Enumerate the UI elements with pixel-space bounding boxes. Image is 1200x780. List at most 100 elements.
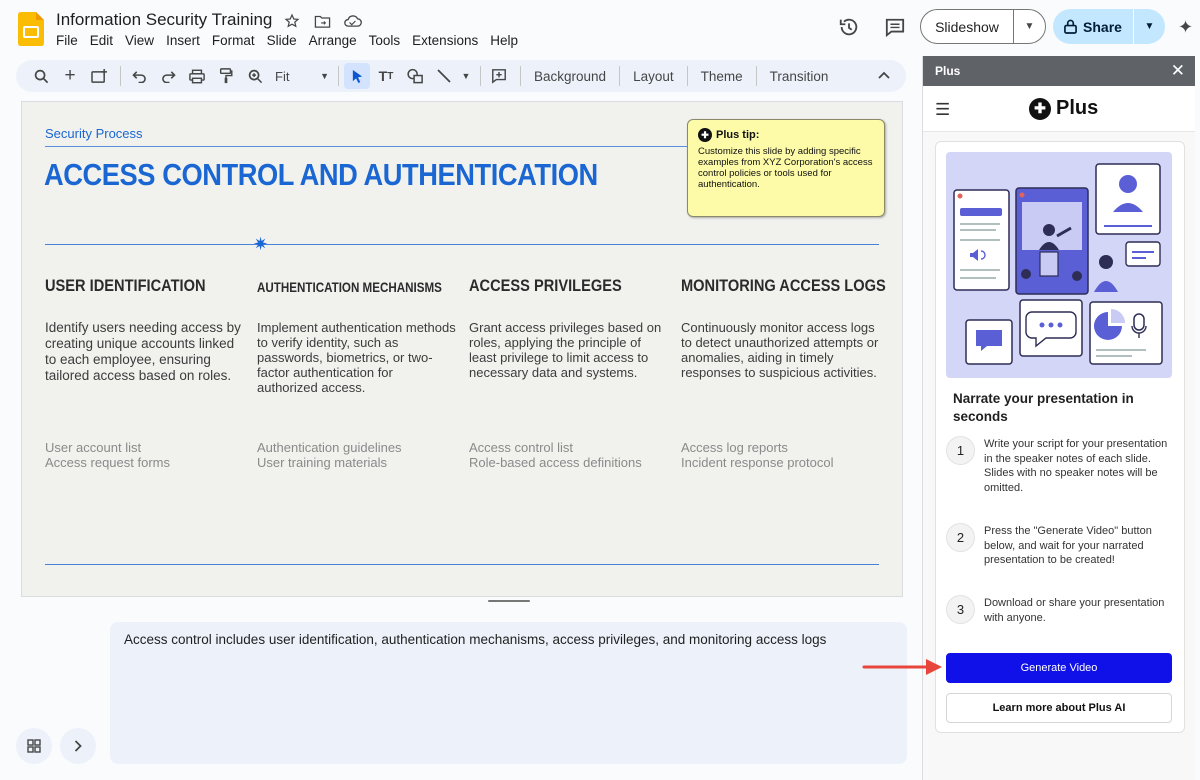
column-references: Access control list Role-based access de… xyxy=(469,440,642,470)
menu-file[interactable]: File xyxy=(50,33,84,48)
close-icon[interactable]: ✕ xyxy=(1171,61,1185,81)
slide-canvas[interactable]: Security Process ACCESS CONTROL AND AUTH… xyxy=(22,102,902,596)
reference-item: User training materials xyxy=(257,455,388,470)
share-button[interactable]: Share ▼ xyxy=(1053,9,1165,44)
menu-insert[interactable]: Insert xyxy=(160,33,206,48)
tip-label: Plus tip: xyxy=(716,129,760,141)
top-bar: Information Security Training File Edit … xyxy=(0,0,920,58)
step-number: 2 xyxy=(946,523,975,552)
column-heading: AUTHENTICATION MECHANISMS xyxy=(257,280,442,295)
narration-heading: Narrate your presentation in seconds xyxy=(953,391,1134,424)
layout-button[interactable]: Layout xyxy=(625,69,682,84)
column-body: Grant access privileges based on roles, … xyxy=(469,320,662,380)
slides-logo-icon[interactable] xyxy=(18,12,44,46)
slideshow-label[interactable]: Slideshow xyxy=(921,19,1013,35)
zoom-select[interactable]: Fit ▼ xyxy=(271,69,333,84)
notes-resize-handle[interactable] xyxy=(488,600,530,602)
shape-icon[interactable] xyxy=(402,63,428,89)
search-menus-icon[interactable] xyxy=(28,63,54,89)
menu-format[interactable]: Format xyxy=(206,33,261,48)
cloud-status-icon[interactable] xyxy=(342,11,362,31)
add-comment-icon[interactable] xyxy=(486,63,512,89)
menu-edit[interactable]: Edit xyxy=(84,33,119,48)
panel-title: Plus xyxy=(935,64,961,78)
plus-side-panel: Plus ✕ ☰ ✚ Plus Narrate your presentatio… xyxy=(922,56,1195,780)
star-icon[interactable] xyxy=(282,11,302,31)
slideshow-button[interactable]: Slideshow ▼ xyxy=(920,9,1046,44)
comment-icon[interactable] xyxy=(884,9,908,45)
column-body: Implement authentication methods to veri… xyxy=(257,320,456,395)
column-heading: USER IDENTIFICATION xyxy=(45,276,206,295)
add-icon[interactable]: + xyxy=(57,63,83,89)
generate-video-button[interactable]: Generate Video xyxy=(946,653,1172,683)
undo-icon[interactable] xyxy=(126,63,152,89)
transition-button[interactable]: Transition xyxy=(762,69,837,84)
menu-bar: File Edit View Insert Format Slide Arran… xyxy=(50,33,524,48)
menu-arrange[interactable]: Arrange xyxy=(303,33,363,48)
theme-button[interactable]: Theme xyxy=(693,69,751,84)
line-icon[interactable] xyxy=(431,63,457,89)
background-button[interactable]: Background xyxy=(526,69,614,84)
column-body: Continuously monitor access logs to dete… xyxy=(681,320,879,380)
history-icon[interactable] xyxy=(838,9,862,45)
divider xyxy=(45,146,705,147)
lock-icon xyxy=(1064,19,1077,34)
slideshow-dropdown-icon[interactable]: ▼ xyxy=(1014,21,1045,32)
move-to-folder-icon[interactable] xyxy=(312,11,332,31)
share-dropdown-icon[interactable]: ▼ xyxy=(1134,21,1165,32)
chevron-up-icon[interactable] xyxy=(878,66,890,84)
reference-item: Incident response protocol xyxy=(681,455,834,470)
plus-brand: ✚ Plus xyxy=(1029,97,1098,120)
column-access-privileges[interactable]: ACCESS PRIVILEGES Grant access privilege… xyxy=(469,276,669,470)
select-icon[interactable] xyxy=(344,63,370,89)
plus-tip-note[interactable]: ✚ Plus tip: Customize this slide by addi… xyxy=(687,119,885,217)
column-authentication-mechanisms[interactable]: AUTHENTICATION MECHANISMS Implement auth… xyxy=(257,276,457,470)
column-user-identification[interactable]: USER IDENTIFICATION Identify users needi… xyxy=(45,276,245,470)
narration-card: Narrate your presentation in seconds 1 W… xyxy=(935,141,1185,733)
step-text: Press the "Generate Video" button below,… xyxy=(984,525,1152,566)
learn-more-button[interactable]: Learn more about Plus AI xyxy=(946,693,1172,723)
menu-extensions[interactable]: Extensions xyxy=(406,33,484,48)
column-body: Identify users needing access by creatin… xyxy=(45,320,241,383)
redo-icon[interactable] xyxy=(155,63,181,89)
gemini-sparkle-icon[interactable]: ✦ xyxy=(1178,17,1193,38)
step-number: 1 xyxy=(946,436,975,465)
presentation-illustration xyxy=(946,152,1172,378)
panel-header: Plus ✕ xyxy=(923,56,1195,86)
sparkle-icon: ✷ xyxy=(253,234,269,254)
menu-help[interactable]: Help xyxy=(484,33,524,48)
step-item: 2 Press the "Generate Video" button belo… xyxy=(946,523,1176,568)
reference-item: Access control list xyxy=(469,440,574,455)
menu-view[interactable]: View xyxy=(119,33,160,48)
speaker-notes[interactable]: Access control includes user identificat… xyxy=(110,622,907,764)
menu-tools[interactable]: Tools xyxy=(363,33,407,48)
line-dropdown-icon[interactable]: ▼ xyxy=(460,63,472,89)
zoom-dropdown-icon: ▼ xyxy=(320,71,329,81)
print-icon[interactable] xyxy=(184,63,210,89)
paint-format-icon[interactable] xyxy=(213,63,239,89)
document-title[interactable]: Information Security Training xyxy=(56,10,272,30)
divider xyxy=(45,564,879,565)
menu-slide[interactable]: Slide xyxy=(261,33,303,48)
step-text: Download or share your presentation with… xyxy=(984,597,1165,624)
column-heading: ACCESS PRIVILEGES xyxy=(469,276,622,295)
tip-text: Customize this slide by adding specific … xyxy=(698,146,873,190)
reference-item: Access request forms xyxy=(45,455,170,470)
slide-kicker[interactable]: Security Process xyxy=(45,126,143,141)
column-heading: MONITORING ACCESS LOGS xyxy=(681,276,886,295)
grid-view-icon[interactable] xyxy=(16,728,52,764)
zoom-icon[interactable] xyxy=(242,63,268,89)
text-box-icon[interactable]: TT xyxy=(373,63,399,89)
new-slide-icon[interactable] xyxy=(86,63,112,89)
hamburger-menu-icon[interactable]: ☰ xyxy=(935,100,950,120)
divider xyxy=(45,244,879,245)
toolbar: + Fit ▼ TT ▼ Background Layout Theme Tra… xyxy=(16,60,906,92)
brand-name: Plus xyxy=(1056,97,1099,119)
column-monitoring-access-logs[interactable]: MONITORING ACCESS LOGS Continuously moni… xyxy=(681,276,886,470)
chevron-right-icon[interactable] xyxy=(60,728,96,764)
column-references: Access log reports Incident response pro… xyxy=(681,440,833,470)
speaker-notes-text: Access control includes user identificat… xyxy=(124,632,827,647)
reference-item: Role-based access definitions xyxy=(469,455,642,470)
column-references: Authentication guidelines User training … xyxy=(257,440,402,470)
slide-title[interactable]: ACCESS CONTROL AND AUTHENTICATION xyxy=(44,157,598,193)
